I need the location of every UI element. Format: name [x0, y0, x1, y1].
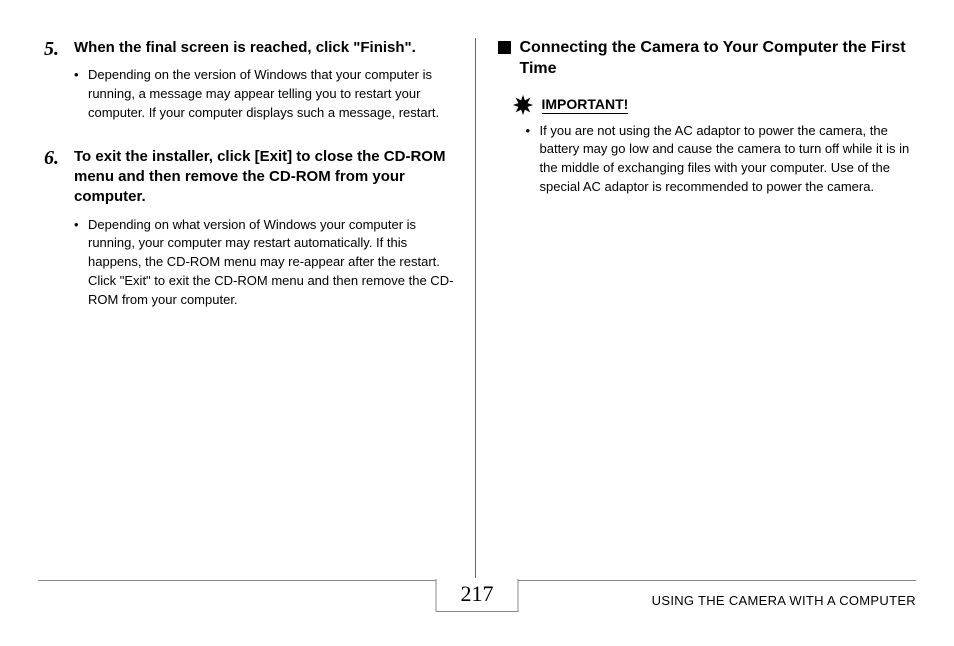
step-title: When the final screen is reached, click … — [74, 38, 457, 58]
important-label: IMPORTANT! — [542, 96, 629, 114]
important-note: If you are not using the AC adaptor to p… — [526, 122, 911, 197]
step-6: 6. To exit the installer, click [Exit] t… — [44, 147, 457, 324]
step-note: Depending on what version of Windows you… — [74, 216, 457, 310]
left-column: 5. When the final screen is reached, cli… — [38, 38, 475, 578]
step-number: 5. — [44, 38, 74, 137]
page-number: 217 — [436, 579, 519, 612]
section-title: Connecting the Camera to Your Computer t… — [520, 38, 911, 80]
content-columns: 5. When the final screen is reached, cli… — [38, 38, 916, 578]
step-body: To exit the installer, click [Exit] to c… — [74, 147, 457, 324]
right-column: Connecting the Camera to Your Computer t… — [475, 38, 917, 578]
page: 5. When the final screen is reached, cli… — [0, 0, 954, 646]
step-body: When the final screen is reached, click … — [74, 38, 457, 137]
step-number: 6. — [44, 147, 74, 324]
page-footer: 217 USING THE CAMERA WITH A COMPUTER — [38, 580, 916, 630]
section-heading: Connecting the Camera to Your Computer t… — [498, 38, 911, 80]
step-5: 5. When the final screen is reached, cli… — [44, 38, 457, 137]
footer-section-label: USING THE CAMERA WITH A COMPUTER — [652, 593, 916, 608]
step-title: To exit the installer, click [Exit] to c… — [74, 147, 457, 208]
step-note: Depending on the version of Windows that… — [74, 66, 457, 123]
important-callout: IMPORTANT! — [512, 94, 911, 116]
burst-icon — [512, 94, 534, 116]
square-bullet-icon — [498, 41, 511, 54]
